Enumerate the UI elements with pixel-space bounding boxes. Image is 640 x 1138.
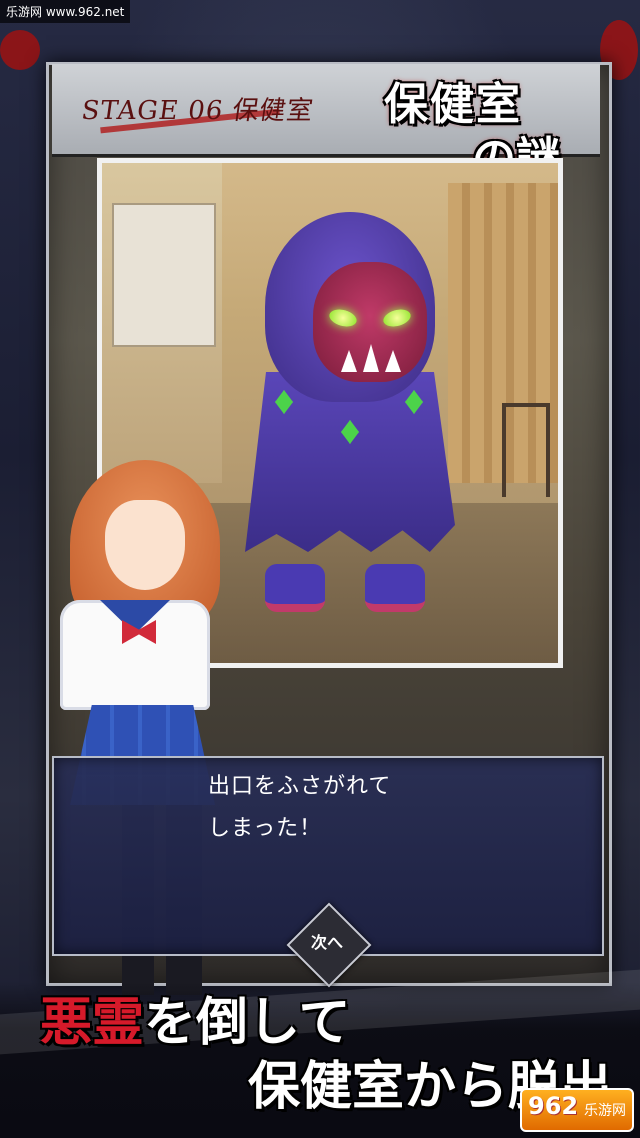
next-button-label[interactable]: 次へ <box>296 929 358 953</box>
watermark-text: 乐游网 <box>584 1103 626 1119</box>
watermark-number: 962 <box>528 1092 579 1120</box>
monster-face <box>313 262 427 382</box>
stage-label: STAGE 06 保健室 <box>79 96 316 126</box>
monster-boot <box>365 564 425 612</box>
girl-face <box>105 500 185 590</box>
monster-boot <box>265 564 325 612</box>
monster-character[interactable] <box>245 212 465 612</box>
promo-accent: 悪霊 <box>40 992 145 1053</box>
dialog-text: 出口をふさがれて しまった！ <box>208 774 392 841</box>
monster-eye <box>327 306 359 330</box>
chair <box>502 403 550 497</box>
monster-fang <box>385 350 401 372</box>
blood-splat <box>0 30 40 70</box>
monster-fang <box>341 350 357 372</box>
monster-eye <box>381 306 413 330</box>
watermark-top: 乐游网 www.962.net <box>0 0 131 23</box>
wall-poster <box>112 203 216 347</box>
watermark-logo: 962 乐游网 <box>520 1088 634 1132</box>
monster-fang <box>363 344 379 372</box>
monster-hood <box>265 212 435 402</box>
